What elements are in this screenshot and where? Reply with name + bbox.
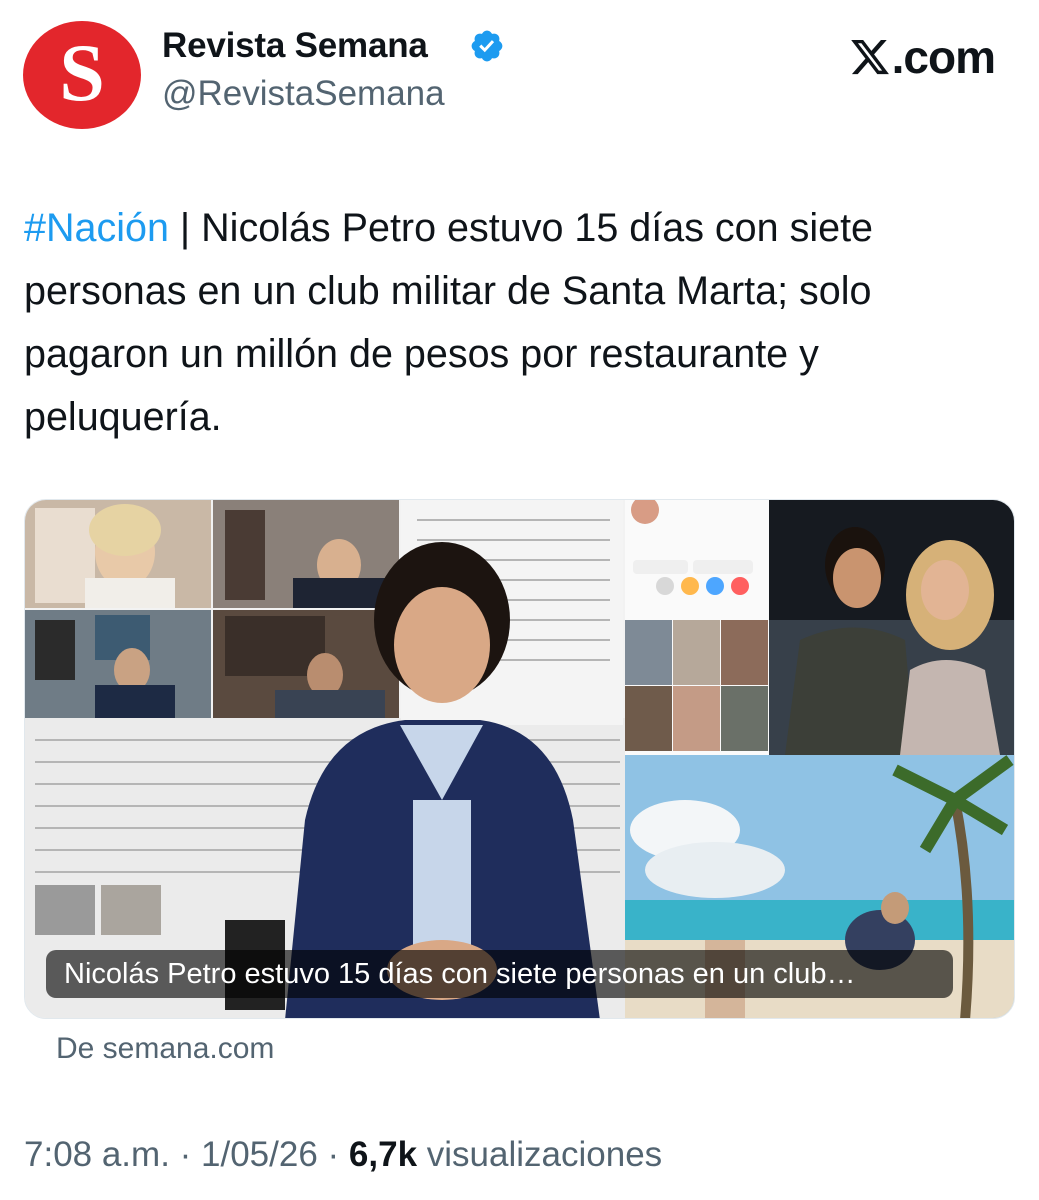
post-date[interactable]: 1/05/26 — [201, 1135, 318, 1174]
avatar[interactable]: S — [23, 21, 141, 129]
x-site-watermark: .com — [849, 30, 996, 84]
card-caption: Nicolás Petro estuvo 15 días con siete p… — [46, 950, 953, 998]
tweet-text: #Nación | Nicolás Petro estuvo 15 días c… — [24, 197, 1014, 449]
avatar-letter: S — [59, 27, 105, 118]
verified-badge-icon — [471, 30, 503, 62]
hashtag-link[interactable]: #Nación — [24, 206, 169, 250]
post-time[interactable]: 7:08 a.m. — [24, 1135, 170, 1174]
link-card[interactable]: Nicolás Petro estuvo 15 días con siete p… — [24, 499, 1015, 1019]
tweet-meta: 7:08 a.m. · 1/05/26 · 6,7k visualizacion… — [24, 1135, 662, 1175]
handle[interactable]: @RevistaSemana — [162, 74, 445, 114]
tweet-screenshot: S Revista Semana @RevistaSemana .com #Na… — [0, 0, 1039, 1200]
card-source[interactable]: De semana.com — [56, 1032, 274, 1066]
site-label: .com — [891, 31, 996, 83]
views-count: 6,7k — [348, 1135, 418, 1174]
separator: | — [168, 206, 202, 250]
views-label: visualizaciones — [426, 1135, 663, 1174]
x-logo-icon — [850, 39, 889, 75]
meta-dot: · — [317, 1135, 349, 1174]
card-image — [25, 500, 1014, 1018]
meta-dot: · — [169, 1135, 202, 1174]
display-name[interactable]: Revista Semana — [162, 26, 428, 66]
